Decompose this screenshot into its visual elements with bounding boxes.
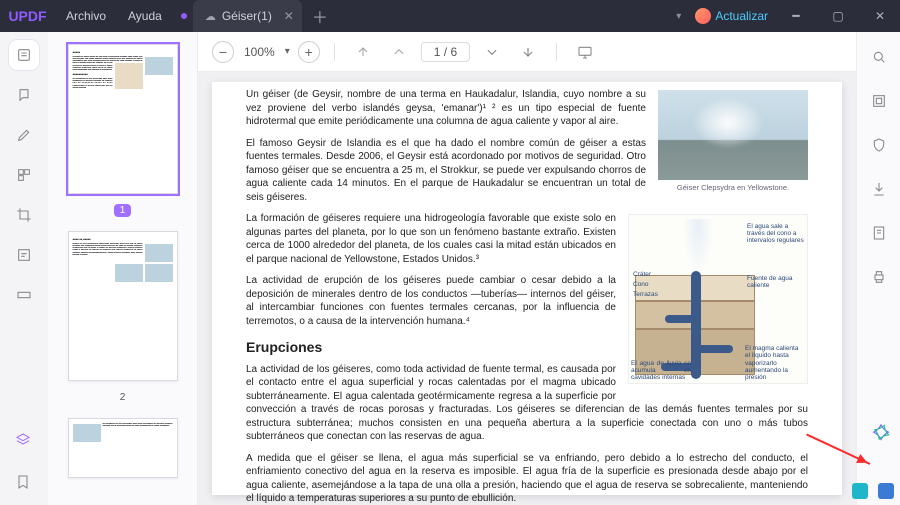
app-body: ■■■■■ ■■ ■■■■■ ■■ ■■■■■ ■■■■■ ■■ ■■■ ■■■… [0,32,900,505]
upgrade-button[interactable]: Actualizar [695,8,768,24]
page-sep: / [444,45,447,59]
thumbnail-panel: ■■■■■ ■■ ■■■■■ ■■ ■■■■■ ■■■■■ ■■ ■■■ ■■■… [48,32,198,505]
tab-close-icon[interactable]: ✕ [284,9,294,23]
tab-title: Géiser(1) [222,9,272,23]
menu-file[interactable]: Archivo [55,9,117,23]
avatar [695,8,711,24]
paragraph: A medida que el géiser se llena, el agua… [246,452,808,505]
page-content: Géiser Clepsydra en Yellowstone. Un géis… [212,82,842,495]
zoom-level[interactable]: 100% [242,45,277,59]
menu-help[interactable]: Ayuda [117,9,173,23]
share-row [852,483,894,499]
page-indicator[interactable]: 1 / 6 [421,42,470,62]
thumbnail-page-3[interactable]: ■■ ■■■■■■■■■ ■■ ■■■ ■■■■■■■■ ■■■■ ■■■■ ■… [68,418,178,478]
redact-tool-button[interactable] [9,280,39,310]
page-total: 6 [450,45,457,59]
comment-tool-button[interactable] [9,80,39,110]
diagram-annotation: Cráter [633,271,691,278]
print-button[interactable] [864,262,894,292]
prev-page-button[interactable] [385,38,413,66]
diagram-annotation: Cono [633,281,691,288]
share-app-2-button[interactable] [878,483,894,499]
bookmark-button[interactable] [8,467,38,497]
upgrade-label: Actualizar [715,9,768,23]
thumbnail-page-1[interactable]: ■■■■■ ■■ ■■■■■ ■■ ■■■■■ ■■■■■ ■■ ■■■ ■■■… [68,44,178,194]
diagram-annotation: Terrazas [633,291,691,298]
zoom-in-button[interactable]: + [298,41,320,63]
next-page-button[interactable] [478,38,506,66]
protect-button[interactable] [864,130,894,160]
viewer: − 100% ▾ + 1 / 6 Géiser Clepsydra en Ye [198,32,856,505]
thumbnail-page-2[interactable]: ■■■■ ■■ ■■■■■ ■■■■■■ ■■ ■■■ ■■■■■■■■■ ■■… [68,231,178,381]
window-close-button[interactable]: ✕ [866,0,894,32]
window-maximize-button[interactable]: ▢ [824,0,852,32]
layers-button[interactable] [8,425,38,455]
edit-tool-button[interactable] [9,120,39,150]
diagram-annotation: Fuente de agua caliente [747,275,805,289]
cloud-icon: ☁ [205,10,216,23]
presentation-button[interactable] [571,38,599,66]
document-tab[interactable]: ☁ Géiser(1) ✕ [193,0,302,32]
page-current: 1 [434,45,441,59]
reader-mode-button[interactable] [9,40,39,70]
separator [556,43,557,61]
chevron-down-icon[interactable]: ▾ [676,11,681,22]
flatten-button[interactable] [864,218,894,248]
ocr-button[interactable] [864,86,894,116]
zoom-dropdown-icon[interactable]: ▾ [285,46,290,57]
crop-tool-button[interactable] [9,200,39,230]
title-bar: UPDF Archivo Ayuda ☁ Géiser(1) ✕ ＋ ▾ Act… [0,0,900,32]
form-tool-button[interactable] [9,240,39,270]
diagram-annotation: El agua sale a través del cono a interva… [747,223,805,244]
thumbnail-label-2: 2 [114,391,132,404]
left-toolbar [0,32,48,505]
thumbnail-label-1: 1 [114,204,132,217]
app-logo: UPDF [0,0,55,32]
search-button[interactable] [864,42,894,72]
figure-geyser-diagram: El agua sale a través del cono a interva… [628,214,808,384]
separator [334,43,335,61]
organize-pages-button[interactable] [9,160,39,190]
viewer-toolbar: − 100% ▾ + 1 / 6 [198,32,856,72]
tab-strip: ☁ Géiser(1) ✕ ＋ [181,0,328,32]
new-tab-button[interactable]: ＋ [312,4,328,28]
figure-geyser-photo: Géiser Clepsydra en Yellowstone. [658,90,808,193]
right-toolbar [856,32,900,505]
diagram-annotation: El magma calienta el líquido hasta vapor… [745,345,805,381]
last-page-button[interactable] [514,38,542,66]
tab-indicator-dot [181,13,187,19]
window-minimize-button[interactable]: ━ [782,0,810,32]
figure-caption: Géiser Clepsydra en Yellowstone. [658,183,808,193]
zoom-out-button[interactable]: − [212,41,234,63]
first-page-button[interactable] [349,38,377,66]
share-app-1-button[interactable] [852,483,868,499]
ai-assistant-button[interactable] [870,423,892,445]
geyser-photo [658,90,808,180]
export-button[interactable] [864,174,894,204]
page-area[interactable]: Géiser Clepsydra en Yellowstone. Un géis… [198,72,856,505]
diagram-annotation: El agua de lluvia se acumula en cavidade… [631,360,691,381]
